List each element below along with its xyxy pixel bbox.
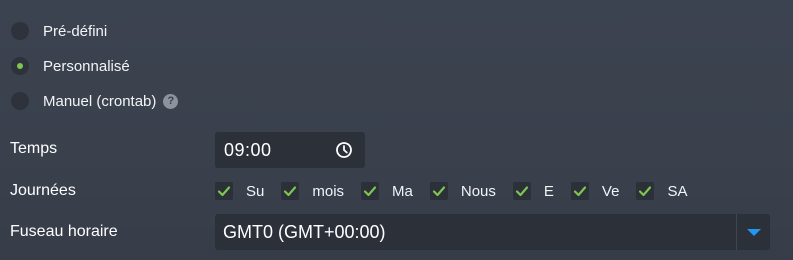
day-item-nous[interactable]: Nous	[429, 182, 496, 200]
day-label: mois	[312, 182, 345, 200]
checkbox-checked[interactable]	[281, 182, 300, 200]
radio-label: Manuel (crontab)	[43, 92, 157, 110]
checkbox-checked[interactable]	[361, 182, 380, 200]
day-label: E	[543, 182, 554, 200]
checkbox-checked[interactable]	[429, 182, 448, 200]
radio-option-manual-crontab[interactable]: Manuel (crontab) ?	[11, 90, 179, 112]
day-label: Ve	[601, 182, 620, 200]
question-icon[interactable]: ?	[163, 93, 179, 109]
timezone-label: Fuseau horaire	[10, 223, 118, 240]
days-checkbox-group: Su mois Ma Nous E Ve SA	[215, 181, 687, 201]
radio-button[interactable]	[11, 92, 29, 110]
day-item-e[interactable]: E	[512, 182, 554, 200]
checkbox-checked[interactable]	[215, 182, 233, 200]
timezone-dropdown-toggle[interactable]	[736, 214, 770, 250]
time-input[interactable]: 09:00	[215, 132, 365, 168]
day-item-ve[interactable]: Ve	[570, 182, 620, 200]
day-item-ma[interactable]: Ma	[361, 182, 413, 200]
radio-label: Pré-défini	[43, 22, 108, 40]
chevron-down-icon	[746, 228, 761, 236]
day-label: Nous	[460, 182, 496, 200]
checkbox-checked[interactable]	[570, 182, 589, 200]
day-item-mois[interactable]: mois	[281, 182, 344, 200]
radio-option-predefined[interactable]: Pré-défini	[11, 20, 107, 42]
day-label: SA	[667, 182, 688, 200]
radio-option-custom[interactable]: Personnalisé	[11, 55, 130, 77]
day-item-su[interactable]: Su	[215, 182, 264, 200]
timezone-select[interactable]: GMT0 (GMT+00:00)	[215, 214, 770, 250]
day-label: Ma	[392, 182, 413, 200]
radio-button-selected[interactable]	[11, 57, 29, 75]
clock-icon[interactable]	[335, 141, 353, 159]
day-label: Su	[246, 182, 265, 200]
radio-label: Personnalisé	[43, 57, 130, 75]
day-item-sa[interactable]: SA	[636, 182, 687, 200]
backup-schedule-form: Pré-défini Personnalisé Manuel (crontab)…	[0, 0, 793, 260]
time-value: 09:00	[224, 139, 272, 160]
checkbox-checked[interactable]	[512, 182, 531, 200]
days-label: Journées	[10, 182, 76, 199]
checkbox-checked[interactable]	[636, 182, 655, 200]
radio-button[interactable]	[11, 22, 29, 40]
time-label: Temps	[10, 140, 58, 157]
timezone-value: GMT0 (GMT+00:00)	[223, 222, 386, 242]
